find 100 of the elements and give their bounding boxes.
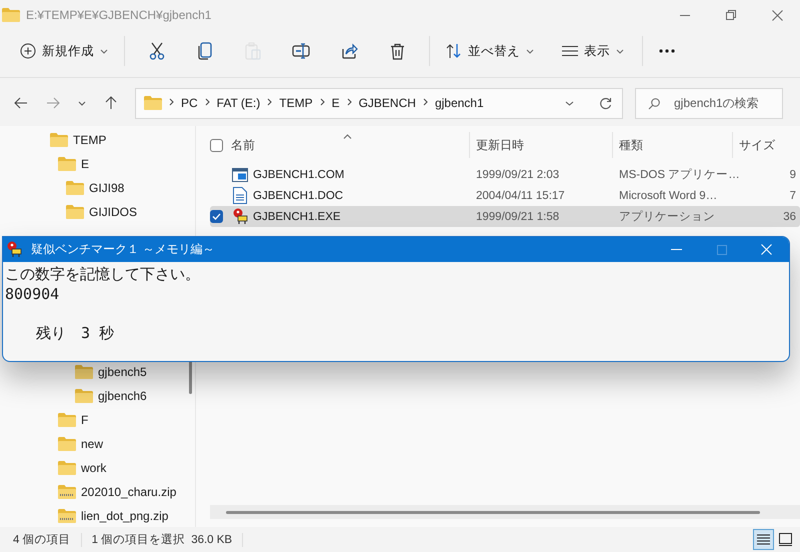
program-window-icon — [232, 168, 248, 182]
folder-icon — [2, 8, 20, 22]
maximize-icon — [716, 244, 726, 254]
folder-icon — [144, 96, 162, 110]
chevron-down-icon[interactable] — [565, 100, 574, 106]
folder-label[interactable]: 202010_charu.zip — [81, 485, 176, 499]
folder-label[interactable]: F — [81, 413, 88, 427]
folder-icon — [58, 437, 76, 451]
checkmark-icon — [212, 213, 221, 220]
up-arrow-icon — [105, 96, 117, 110]
more-icon — [659, 49, 675, 53]
sort-button[interactable]: 並べ替え — [438, 35, 542, 67]
creature-icon — [232, 208, 248, 225]
selection-info: 1 個の項目を選択 — [92, 532, 186, 547]
file-type: アプリケーション — [619, 209, 715, 224]
chevron-down-icon — [100, 48, 108, 54]
folder-icon — [58, 461, 76, 475]
column-header[interactable]: サイズ — [739, 136, 775, 154]
folder-label[interactable]: new — [81, 437, 104, 451]
details-view-button[interactable] — [753, 529, 774, 550]
file-name: GJBENCH1.COM — [253, 168, 344, 180]
modified-date: 1999/09/21 2:03 — [476, 168, 560, 180]
search-icon — [648, 98, 660, 110]
sort-arrows-icon — [446, 43, 462, 59]
back-arrow-icon — [14, 97, 28, 109]
minimize-icon — [680, 14, 690, 16]
folder-label[interactable]: gjbench5 — [98, 365, 147, 379]
item-count: 4 個の項目 — [13, 533, 71, 547]
scrollbar-thumb[interactable] — [226, 510, 760, 514]
chevron-right-icon — [169, 98, 174, 108]
folder-label[interactable]: GIJIDOS — [89, 205, 138, 219]
file-size: 7 — [790, 190, 796, 202]
file-size: 36 — [783, 210, 796, 222]
select-all-checkbox[interactable] — [210, 138, 223, 152]
zip-folder-icon — [58, 509, 76, 523]
breadcrumb[interactable]: GJBENCH — [358, 96, 416, 110]
chevron-right-icon — [346, 98, 352, 108]
modified-date: 2004/04/11 15:17 — [476, 190, 565, 202]
breadcrumb[interactable]: E — [332, 96, 340, 110]
plus-circle-icon — [20, 43, 36, 59]
column-header[interactable]: 種類 — [619, 136, 643, 154]
file-row[interactable]: GJBENCH1.DOC 2004/04/11 15:17 Microsoft Word 9… 7 — [210, 185, 800, 206]
creature-icon — [6, 241, 23, 258]
lines-icon — [562, 45, 578, 57]
breadcrumb[interactable]: gjbench1 — [434, 96, 484, 110]
folder-label[interactable]: gjbench6 — [98, 389, 147, 403]
share-icon[interactable] — [340, 43, 358, 59]
chevron-right-icon — [204, 98, 210, 108]
message-text: 800904 — [5, 284, 60, 304]
dialog-title: 疑似ベンチマーク１ ～メモリ編～ — [31, 241, 216, 258]
file-name: GJBENCH1.DOC — [253, 190, 344, 202]
modified-date: 1999/09/21 1:58 — [476, 210, 560, 222]
forward-arrow-icon — [46, 97, 60, 109]
list-icon — [757, 534, 770, 545]
chevron-down-icon — [78, 100, 86, 106]
folder-label[interactable]: work — [81, 461, 106, 475]
search-field[interactable]: gjbench1の検索 — [635, 88, 783, 118]
minimize-icon — [671, 249, 682, 250]
chevron-down-icon — [616, 48, 624, 54]
file-name: GJBENCH1.EXE — [253, 210, 341, 222]
close-icon — [761, 244, 772, 255]
rename-icon[interactable] — [292, 43, 310, 59]
new-button[interactable]: 新規作成 — [12, 35, 116, 67]
trash-icon[interactable] — [390, 42, 404, 60]
window-title: E:¥TEMP¥E¥GJBENCH¥gjbench1 — [26, 8, 212, 22]
restore-icon — [726, 10, 736, 20]
row-checkbox[interactable] — [210, 210, 223, 223]
copy-icon[interactable] — [198, 42, 212, 60]
sort-caret-icon — [343, 134, 352, 138]
column-header[interactable]: 名前 — [231, 136, 255, 154]
folder-label[interactable]: E — [81, 157, 90, 171]
chevron-right-icon — [320, 98, 325, 108]
chevron-right-icon — [267, 98, 272, 108]
breadcrumb[interactable]: FAT (E:) — [216, 96, 260, 110]
message-text: この数字を記憶して下さい。 — [5, 264, 201, 284]
close-icon — [772, 10, 782, 20]
countdown-text: 残り 3 秒 — [36, 323, 116, 343]
folder-icon — [58, 157, 76, 171]
breadcrumb[interactable]: PC — [181, 96, 198, 110]
breadcrumb[interactable]: TEMP — [279, 96, 313, 110]
file-row[interactable]: GJBENCH1.COM 1999/09/21 2:03 MS-DOS アプリケー… 9 — [210, 164, 800, 185]
file-row[interactable]: GJBENCH1.EXE 1999/09/21 1:58 アプリケーション 36 — [210, 206, 800, 227]
view-button[interactable]: 表示 — [554, 35, 632, 67]
refresh-icon[interactable] — [599, 96, 612, 110]
column-header[interactable]: 更新日時 — [476, 136, 524, 154]
zip-folder-icon — [58, 485, 76, 499]
chevron-down-icon — [526, 48, 534, 54]
file-type: MS-DOS アプリケー… — [619, 167, 740, 182]
folder-icon — [66, 205, 84, 219]
file-type: Microsoft Word 9… — [619, 190, 718, 202]
folder-label[interactable]: lien_dot_png.zip — [81, 509, 168, 523]
address-bar[interactable]: PC FAT (E:) TEMP E GJBENCH gjbench1 — [135, 88, 623, 118]
file-size: 9 — [790, 168, 796, 180]
folder-icon — [75, 365, 93, 379]
folder-icon — [75, 389, 93, 403]
scissors-icon[interactable] — [149, 42, 165, 60]
folder-label[interactable]: TEMP — [73, 133, 106, 147]
chevron-right-icon — [422, 98, 428, 108]
folder-label[interactable]: GIJI98 — [89, 181, 124, 195]
folder-icon — [66, 181, 84, 195]
